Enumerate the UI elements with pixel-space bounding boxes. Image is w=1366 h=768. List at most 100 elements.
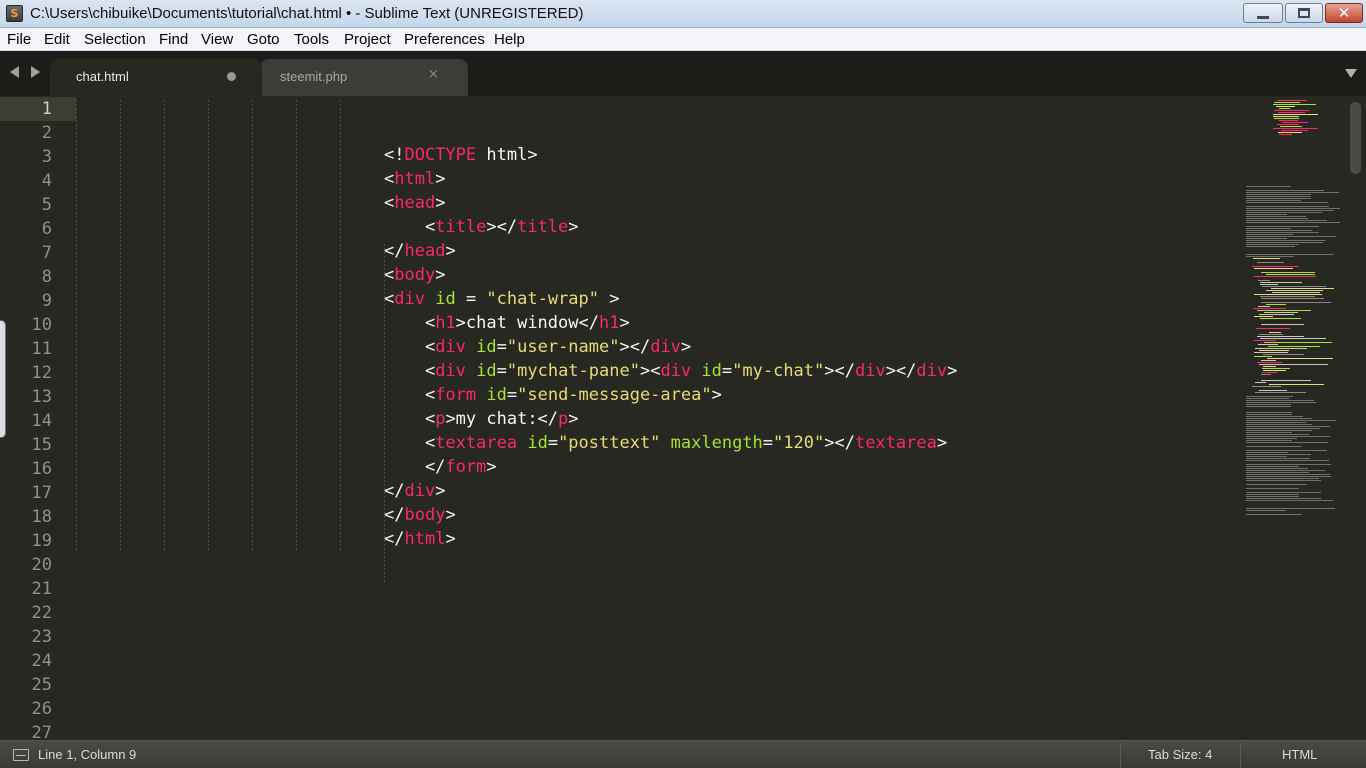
line-number: 16: [31, 459, 52, 479]
minimap-stroke: [1271, 288, 1335, 289]
minimap-stroke: [1260, 318, 1301, 319]
show-panel-icon[interactable]: [13, 749, 29, 761]
menu-find[interactable]: Find: [159, 31, 188, 48]
menu-help[interactable]: Help: [494, 31, 525, 48]
menu-view[interactable]: View: [201, 31, 233, 48]
editor-area[interactable]: 1 2 3 4 5 6 7 8 9 10 11 12 13 14 15 16 17 18 19 20 21 22 23 24 2…: [0, 96, 1366, 740]
code-token: title: [435, 217, 487, 237]
minimap-stroke: [1254, 392, 1306, 393]
minimap-stroke: [1246, 454, 1311, 455]
code-line[interactable]: </html>: [384, 529, 456, 553]
minimap-stroke: [1246, 430, 1312, 431]
minimap-stroke: [1246, 412, 1293, 413]
code-token: <: [384, 313, 436, 333]
close-tab-icon[interactable]: ×: [428, 67, 439, 82]
menu-preferences[interactable]: Preferences: [404, 31, 485, 48]
code-line[interactable]: </div>: [384, 481, 445, 505]
code-line[interactable]: <title></title>: [384, 217, 579, 241]
code-line[interactable]: <html>: [384, 169, 445, 193]
menu-edit[interactable]: Edit: [44, 31, 70, 48]
tab-chat-html[interactable]: chat.html: [50, 59, 262, 96]
code-token: <: [384, 361, 436, 381]
code-token: p: [558, 409, 569, 429]
code-token: >: [435, 481, 446, 501]
minimap-stroke: [1278, 132, 1303, 133]
window-title: C:\Users\chibuike\Documents\tutorial\cha…: [30, 5, 584, 22]
line-number: 21: [31, 579, 52, 599]
code-line[interactable]: <h1>chat window</h1>: [384, 313, 630, 337]
minimap[interactable]: [1244, 96, 1344, 740]
minimap-stroke: [1246, 398, 1290, 399]
code-token: </: [384, 505, 405, 525]
minimap-stroke: [1266, 274, 1315, 275]
code-token: =: [455, 289, 487, 309]
code-token: html>: [476, 145, 538, 165]
minimize-button[interactable]: [1243, 3, 1283, 23]
close-window-button[interactable]: ✕: [1325, 3, 1363, 23]
code-token: ></: [824, 433, 855, 453]
menu-file[interactable]: File: [7, 31, 31, 48]
minimap-stroke: [1246, 508, 1335, 509]
code-line[interactable]: <div id="mychat-pane"><div id="my-chat">…: [384, 361, 957, 385]
status-bar: Line 1, Column 9 Tab Size: 4 HTML: [0, 740, 1366, 768]
menu-goto[interactable]: Goto: [247, 31, 280, 48]
restore-icon: [1298, 8, 1310, 18]
code-line[interactable]: </form>: [384, 457, 497, 481]
code-token: >: [435, 169, 446, 189]
minimap-stroke: [1253, 294, 1322, 295]
indent-guide: [252, 100, 253, 552]
tab-list-dropdown-icon[interactable]: [1345, 69, 1357, 78]
code-line[interactable]: <div id = "chat-wrap" >: [384, 289, 620, 313]
minimap-stroke: [1261, 286, 1327, 287]
minimap-stroke: [1246, 208, 1341, 209]
code-line[interactable]: </body>: [384, 505, 456, 529]
minimap-stroke: [1272, 128, 1318, 129]
menu-project[interactable]: Project: [344, 31, 391, 48]
unsaved-dot-icon[interactable]: [227, 72, 236, 81]
code-line[interactable]: <p>my chat:</p>: [384, 409, 579, 433]
syntax-selector[interactable]: HTML: [1282, 747, 1317, 762]
scrollbar-thumb[interactable]: [1350, 102, 1361, 174]
code-line[interactable]: </head>: [384, 241, 456, 265]
menu-tools[interactable]: Tools: [294, 31, 329, 48]
indent-guide: [164, 100, 165, 552]
code-line[interactable]: <!DOCTYPE html>: [384, 145, 538, 169]
minimap-stroke: [1246, 468, 1308, 469]
minimap-stroke: [1246, 440, 1292, 441]
minimap-stroke: [1246, 510, 1287, 511]
minimap-stroke: [1246, 206, 1329, 207]
code-line[interactable]: <form id="send-message-area">: [384, 385, 722, 409]
arrow-right-icon[interactable]: [31, 66, 40, 78]
arrow-left-icon[interactable]: [10, 66, 19, 78]
tab-size-selector[interactable]: Tab Size: 4: [1148, 747, 1212, 762]
minimap-stroke: [1246, 480, 1322, 481]
minimap-stroke: [1272, 104, 1316, 105]
code-token: ></: [824, 361, 855, 381]
minimap-stroke: [1246, 222, 1340, 223]
minimap-stroke: [1246, 476, 1331, 477]
code-token: <: [384, 193, 395, 213]
code-token: =: [547, 433, 559, 453]
code-token: "send-message-area": [517, 385, 712, 405]
minimap-stroke: [1246, 186, 1292, 187]
code-line[interactable]: <body>: [384, 265, 445, 289]
code-line[interactable]: <div id="user-name"></div>: [384, 337, 691, 361]
minimap-stroke: [1253, 340, 1277, 341]
side-panel-handle[interactable]: [0, 320, 6, 438]
line-number: 15: [31, 435, 52, 455]
minimap-stroke: [1260, 380, 1311, 381]
menu-selection[interactable]: Selection: [84, 31, 146, 48]
minimap-stroke: [1246, 494, 1300, 495]
code-token: >: [568, 217, 579, 237]
code-line[interactable]: <textarea id="posttext" maxlength="120">…: [384, 433, 947, 457]
tab-steemit-php[interactable]: steemit.php ×: [260, 59, 468, 96]
minimap-stroke: [1263, 312, 1298, 313]
vertical-scrollbar[interactable]: [1348, 96, 1364, 740]
minimap-stroke: [1263, 370, 1287, 371]
maximize-button[interactable]: [1285, 3, 1323, 23]
code-line[interactable]: <head>: [384, 193, 445, 217]
line-number: 17: [31, 483, 52, 503]
minimap-stroke: [1246, 492, 1321, 493]
code-token: <: [384, 289, 395, 309]
